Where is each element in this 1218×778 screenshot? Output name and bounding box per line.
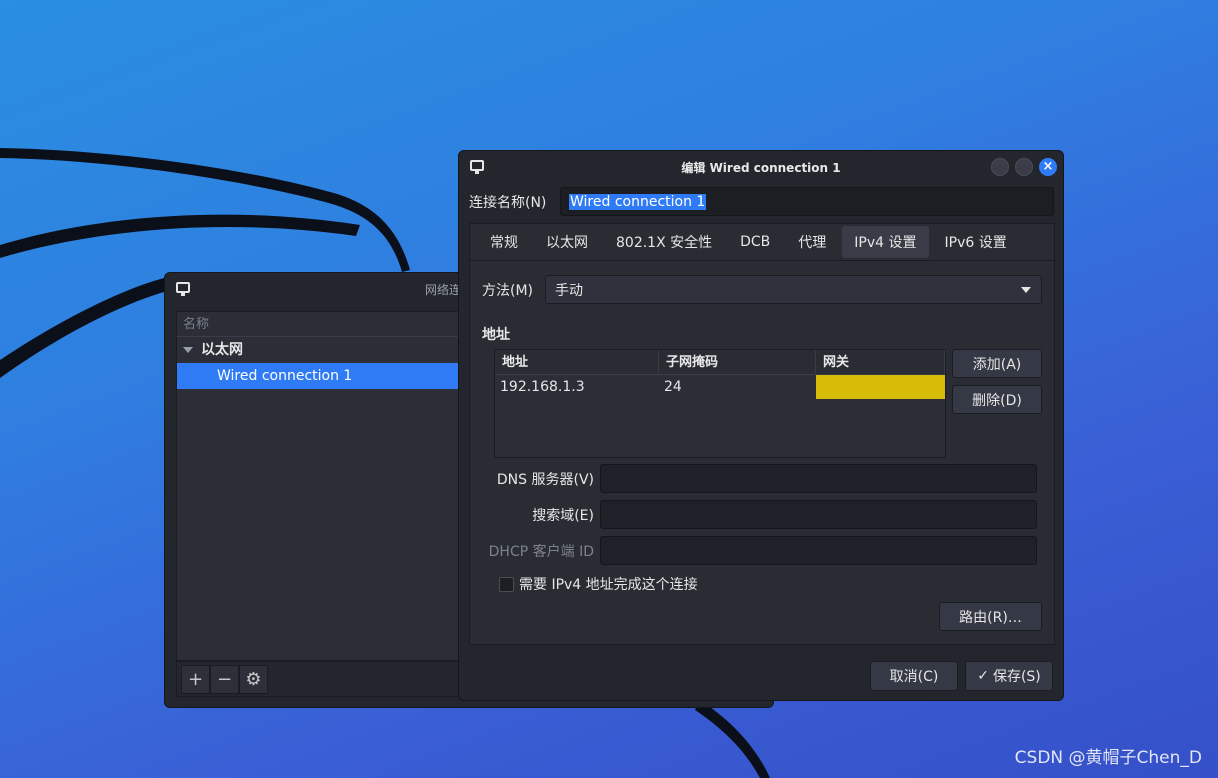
dhcp-client-id-input[interactable] xyxy=(600,536,1037,565)
tab-dcb[interactable]: DCB xyxy=(728,228,782,256)
plus-icon: + xyxy=(187,668,204,690)
column-header-address[interactable]: 地址 xyxy=(495,350,659,374)
connection-settings-button[interactable]: ⚙ xyxy=(239,664,268,694)
connections-title: 网络连 xyxy=(425,283,462,297)
connection-name-input[interactable]: Wired connection 1 xyxy=(560,187,1054,216)
addresses-table[interactable]: 地址 子网掩码 网关 192.168.1.3 24 xyxy=(494,349,946,458)
dns-servers-input[interactable] xyxy=(600,464,1037,493)
search-domains-label: 搜索域(E) xyxy=(532,507,594,524)
csdn-watermark: CSDN @黄帽子Chen_D xyxy=(1014,748,1202,768)
dhcp-client-id-row: DHCP 客户端 ID xyxy=(482,536,1037,565)
method-value: 手动 xyxy=(555,282,583,299)
netmask-cell[interactable]: 24 xyxy=(659,375,816,399)
connection-name-value: Wired connection 1 xyxy=(569,193,707,210)
dhcp-client-id-label: DHCP 客户端 ID xyxy=(488,543,594,560)
group-ethernet-label: 以太网 xyxy=(201,342,243,358)
delete-address-button[interactable]: 删除(D) xyxy=(952,385,1042,414)
tab-ipv6-settings[interactable]: IPv6 设置 xyxy=(933,226,1019,258)
remove-connection-button[interactable]: − xyxy=(210,664,239,694)
tab-8021x-security[interactable]: 802.1X 安全性 xyxy=(604,226,724,258)
cancel-button[interactable]: 取消(C) xyxy=(870,661,958,691)
close-icon: × xyxy=(1042,159,1054,174)
addresses-table-header: 地址 子网掩码 网关 xyxy=(495,350,945,375)
search-domains-row: 搜索域(E) xyxy=(482,500,1037,529)
dns-row: DNS 服务器(V) xyxy=(482,464,1037,493)
dns-label: DNS 服务器(V) xyxy=(496,471,594,488)
save-button-label: 保存(S) xyxy=(992,669,1041,685)
column-header-gateway[interactable]: 网关 xyxy=(816,350,945,374)
routes-button[interactable]: 路由(R)… xyxy=(939,602,1042,631)
minus-icon: − xyxy=(216,668,233,690)
method-row: 方法(M) 手动 xyxy=(482,275,1042,304)
add-connection-button[interactable]: + xyxy=(181,664,210,694)
dialog-title: 编辑 Wired connection 1 xyxy=(681,161,841,175)
monitor-icon xyxy=(176,282,190,296)
require-ipv4-row[interactable]: 需要 IPv4 地址完成这个连接 xyxy=(499,574,698,594)
method-label: 方法(M) xyxy=(482,282,534,299)
tab-proxy[interactable]: 代理 xyxy=(786,226,838,258)
edit-connection-dialog: 编辑 Wired connection 1 × 连接名称(N) Wired co… xyxy=(458,150,1064,701)
gateway-cell-editing[interactable] xyxy=(816,375,945,399)
close-button[interactable]: × xyxy=(1039,158,1057,176)
expand-triangle-icon[interactable] xyxy=(183,347,193,353)
checkmark-icon: ✓ xyxy=(977,668,989,684)
minimize-button[interactable] xyxy=(991,158,1009,176)
tab-general[interactable]: 常规 xyxy=(478,226,530,258)
search-domains-input[interactable] xyxy=(600,500,1037,529)
require-ipv4-checkbox[interactable] xyxy=(499,576,514,592)
tab-ipv4-settings[interactable]: IPv4 设置 xyxy=(842,226,929,258)
method-dropdown[interactable]: 手动 xyxy=(545,275,1042,304)
chevron-down-icon xyxy=(1021,286,1031,293)
table-row[interactable]: 192.168.1.3 24 xyxy=(495,375,945,399)
connection-name-label: 连接名称(N) xyxy=(469,194,547,211)
connection-name-row: 连接名称(N) Wired connection 1 xyxy=(469,187,1054,216)
save-button[interactable]: ✓ 保存(S) xyxy=(965,661,1053,691)
require-ipv4-label[interactable]: 需要 IPv4 地址完成这个连接 xyxy=(519,574,698,594)
settings-tabs: 常规 以太网 802.1X 安全性 DCB 代理 IPv4 设置 IPv6 设置 xyxy=(469,223,1055,261)
address-cell[interactable]: 192.168.1.3 xyxy=(495,375,659,399)
column-header-netmask[interactable]: 子网掩码 xyxy=(659,350,816,374)
ipv4-settings-panel: 方法(M) 手动 地址 地址 子网掩码 网关 192.168.1.3 24 添加… xyxy=(469,261,1055,645)
gear-icon: ⚙ xyxy=(245,668,262,690)
addresses-section-title: 地址 xyxy=(482,327,510,343)
add-address-button[interactable]: 添加(A) xyxy=(952,349,1042,378)
tab-ethernet[interactable]: 以太网 xyxy=(534,226,600,258)
maximize-button[interactable] xyxy=(1015,158,1033,176)
